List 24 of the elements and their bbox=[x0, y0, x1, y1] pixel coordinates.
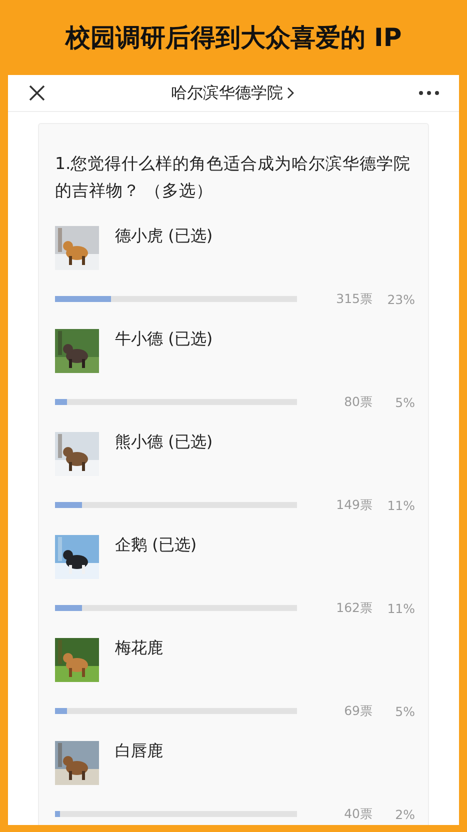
vote-percent: 5% bbox=[394, 704, 415, 718]
option-label: 企鹅 (已选) bbox=[115, 535, 197, 555]
vote-percent: 11% bbox=[386, 600, 415, 616]
vote-count: 149票 bbox=[335, 496, 373, 514]
vote-percent: 11% bbox=[386, 498, 415, 512]
vote-count: 80票 bbox=[343, 394, 373, 410]
vote-count: 69票 bbox=[343, 702, 373, 720]
banner-title: 校园调研后得到大众喜爱的 IP bbox=[65, 22, 402, 54]
option-label: 熊小德 (已选) bbox=[115, 432, 213, 452]
vote-percent: 23% bbox=[386, 292, 415, 306]
option-label: 德小虎 (已选) bbox=[115, 226, 213, 246]
vote-count: 40票 bbox=[343, 806, 373, 822]
question-text: 1.您觉得什么样的角色适合成为哈尔滨华德学院的吉祥物？ （多选） bbox=[55, 153, 412, 202]
option-label: 梅花鹿 bbox=[115, 638, 163, 658]
option-label: 白唇鹿 bbox=[115, 741, 163, 761]
page-title: 哈尔滨华德学院 bbox=[171, 82, 283, 104]
option-label: 牛小德 (已选) bbox=[115, 329, 213, 349]
vote-count: 162票 bbox=[335, 600, 373, 616]
vote-percent: 2% bbox=[394, 806, 415, 822]
close-icon[interactable] bbox=[28, 84, 46, 102]
chevron-icon[interactable] bbox=[287, 87, 294, 99]
vote-percent: 5% bbox=[394, 394, 415, 410]
vote-count: 315票 bbox=[335, 290, 373, 308]
more-icon[interactable] bbox=[419, 91, 439, 95]
